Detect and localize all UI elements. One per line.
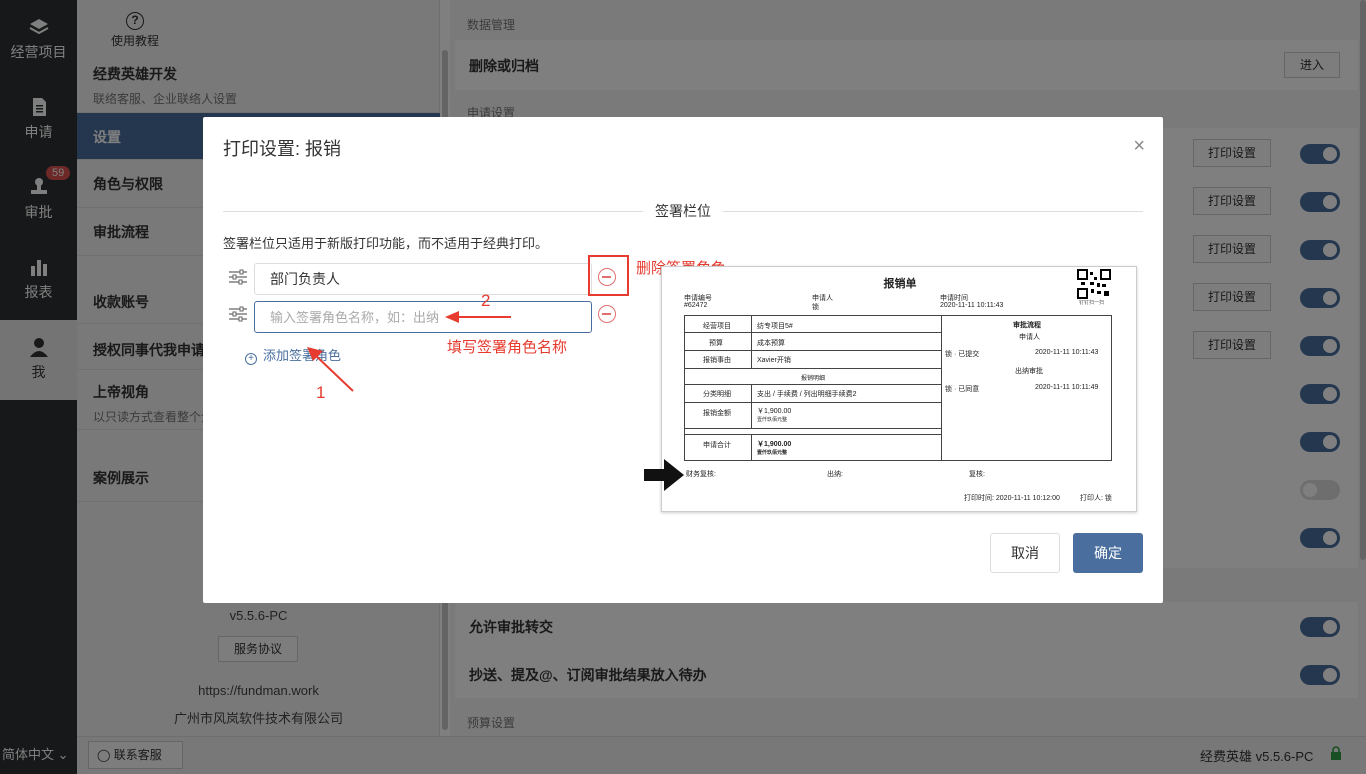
cell-value: 支出 / 手续费 / 列出明细手续费2	[757, 391, 857, 398]
flow-agree: 锁 · 已同意	[945, 386, 980, 393]
cell-key: 报销事由	[703, 357, 731, 364]
role-name-field-new[interactable]	[254, 301, 592, 333]
table-divider	[685, 350, 941, 351]
cell-value: 成本预算	[757, 340, 785, 347]
cell-value: 纺专项目5#	[757, 323, 793, 330]
role-name-field[interactable]: 部门负责人	[254, 263, 592, 295]
preview-time-value: 2020-11-11 10:11:43	[940, 302, 1004, 309]
sig-finance: 财务复核:	[686, 471, 716, 478]
cell-key: 申请合计	[703, 442, 731, 449]
table-divider	[685, 368, 941, 369]
highlight-box	[588, 255, 629, 296]
printer: 打印人: 锁	[1080, 495, 1112, 502]
cell-key: 经营项目	[703, 323, 731, 330]
cell-key: 分类明细	[703, 391, 731, 398]
sig-cashier: 出纳:	[827, 471, 843, 478]
table-divider	[685, 428, 941, 429]
flow-submit-time: 2020-11-11 10:11:43	[1035, 349, 1099, 356]
table-divider	[685, 384, 941, 385]
table-divider	[685, 434, 941, 435]
print-settings-dialog: 打印设置: 报销 × 签署栏位 签署栏位只适用于新版打印功能，而不适用于经典打印…	[203, 117, 1163, 603]
arrow-annotation-2	[445, 311, 511, 323]
table-divider	[751, 316, 752, 368]
cancel-button[interactable]: 取消	[990, 533, 1060, 573]
cell-value-words: 壹仟玖佰元整	[757, 417, 788, 423]
flow-title: 审批流程	[1013, 322, 1041, 329]
arrow-annotation-signature	[644, 459, 684, 491]
flow-submit: 锁 · 已提交	[945, 351, 980, 358]
flow-cashier: 出纳审批	[1015, 368, 1043, 375]
hint-text: 签署栏位只适用于新版打印功能，而不适用于经典打印。	[223, 236, 549, 251]
sig-review: 复核:	[969, 471, 985, 478]
cell-key: 报销金额	[703, 410, 731, 417]
cell-value-words: 壹仟玖佰元整	[757, 450, 788, 456]
preview-table: 经营项目 纺专项目5# 预算 成本预算 报销事由 Xavier开销 报销明细 分…	[684, 315, 1112, 461]
cell-value: ￥1,900.00	[757, 441, 792, 448]
plus-circle-icon: +	[245, 353, 257, 365]
flow-agree-time: 2020-11-11 10:11:49	[1035, 384, 1099, 391]
table-divider	[685, 332, 941, 333]
qr-caption: 钉钉扫一扫	[1079, 300, 1105, 306]
cell-value: Xavier开销	[757, 357, 791, 364]
qr-code-icon	[1077, 269, 1111, 299]
print-time: 打印时间: 2020-11-11 10:12:00	[964, 495, 1060, 502]
drag-handle-icon[interactable]	[229, 269, 247, 285]
table-divider	[751, 384, 752, 428]
table-divider	[941, 316, 942, 460]
table-divider	[751, 434, 752, 460]
annotation-fill: 填写签署角色名称	[447, 339, 568, 356]
section-title: 签署栏位	[643, 201, 723, 221]
preview-applicant-value: 锁	[812, 304, 819, 311]
flow-applicant: 申请人	[1019, 334, 1040, 341]
confirm-button[interactable]: 确定	[1073, 533, 1143, 573]
role-name-input[interactable]	[270, 310, 570, 325]
preview-no-value: #62472	[684, 302, 708, 309]
print-preview: 报销单 钉钉扫一扫 申请编号 #62472 申请人 锁 申请时间 2020-11…	[661, 266, 1137, 512]
arrow-annotation-1	[307, 347, 354, 392]
annotation-step-2: 2	[481, 291, 491, 310]
cell-value: ￥1,900.00	[757, 408, 792, 415]
dialog-title: 打印设置: 报销	[223, 139, 342, 159]
remove-role-icon[interactable]	[598, 305, 616, 323]
drag-handle-icon[interactable]	[229, 306, 247, 322]
close-icon[interactable]: ×	[1133, 135, 1145, 158]
preview-title: 报销单	[883, 278, 917, 290]
table-divider	[685, 402, 941, 403]
cell-section: 报销明细	[801, 376, 826, 382]
cell-key: 预算	[709, 340, 723, 347]
